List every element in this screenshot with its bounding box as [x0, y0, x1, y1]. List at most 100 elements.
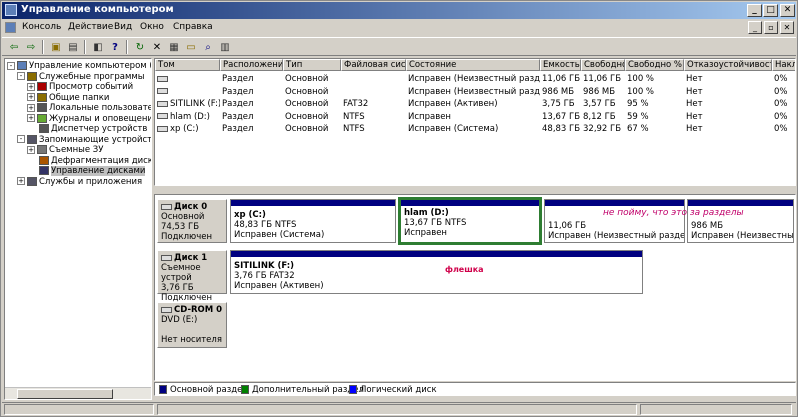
expand-icon[interactable]: + — [27, 114, 35, 122]
disk-0-status: Подключен — [161, 232, 212, 242]
column-header[interactable]: Свободно % — [625, 59, 684, 71]
expand-icon[interactable]: + — [27, 103, 35, 112]
volume-list[interactable]: ТомРасположениеТипФайловая системаСостоя… — [154, 58, 796, 186]
table-cell: 0% — [774, 74, 788, 84]
column-header[interactable]: Емкость — [540, 59, 581, 71]
tree-item[interactable]: Управление дисками — [27, 166, 146, 177]
table-row[interactable]: hlam (D:) Раздел Основной NTFS Исправен 13,67… — [155, 111, 795, 123]
column-header[interactable]: Тип — [283, 59, 341, 71]
search-icon[interactable]: ⌕ — [200, 40, 216, 55]
properties-icon[interactable]: ◧ — [90, 40, 106, 55]
column-header[interactable]: Том — [155, 59, 220, 71]
expand-icon[interactable]: + — [27, 93, 35, 101]
title-bar[interactable]: Управление компьютером _ □ ✕ — [2, 2, 796, 19]
disk-graphical-view[interactable]: Диск 0 Основной 74,53 ГБ Подключен xp (C… — [154, 194, 796, 381]
menu-help[interactable]: Справка — [173, 22, 213, 32]
menu-view[interactable]: Вид — [114, 22, 132, 32]
close-button[interactable]: ✕ — [780, 4, 795, 17]
folder-icon[interactable]: ▭ — [183, 40, 199, 55]
table-cell: 3,57 ГБ — [583, 99, 616, 109]
menu-action[interactable]: Действие — [68, 22, 113, 32]
partition-unknown-2[interactable]: 986 МБ Исправен (Неизвестный разд — [687, 199, 794, 243]
tree-item[interactable]: - Управление компьютером (локаль — [7, 61, 151, 72]
volume-name: hlam (D:) — [170, 111, 210, 122]
tree-item-label: Управление компьютером (локаль — [29, 61, 151, 71]
properties2-icon[interactable]: ▦ — [166, 40, 182, 55]
primary-partition-bar — [401, 200, 539, 206]
maximize-button[interactable]: □ — [763, 4, 778, 17]
column-header[interactable]: Отказоустойчивость — [684, 59, 772, 71]
table-row[interactable]: xp (C:) Раздел Основной NTFS Исправен (Систе… — [155, 123, 795, 135]
menu-console[interactable]: Консоль — [22, 22, 61, 32]
toolbar: ⇦ ⇨ ▣ ▤ ◧ ? ↻ ✕ ▦ ▭ ⌕ ▥ — [2, 37, 796, 56]
column-header[interactable]: Расположение — [220, 59, 283, 71]
partition-f-size: 3,76 ГБ FAT32 — [234, 271, 295, 281]
tree-item-label: Локальные пользователи — [49, 103, 151, 113]
table-cell: Раздел — [222, 74, 254, 84]
tree-item[interactable]: - Служебные программы — [17, 71, 145, 83]
refresh-icon[interactable]: ↻ — [132, 40, 148, 55]
collapse-icon[interactable]: - — [7, 61, 15, 70]
disk-1-label[interactable]: Диск 1 Съемное устрой 3,76 ГБ Подключен — [157, 250, 227, 303]
disk-1-name: Диск 1 — [174, 253, 208, 263]
tree-horizontal-scrollbar[interactable] — [5, 387, 151, 399]
partition-unknown-1-size: 11,06 ГБ — [548, 221, 587, 231]
scrollbar-thumb[interactable] — [17, 389, 113, 399]
expand-icon[interactable]: + — [27, 82, 35, 91]
column-header[interactable]: Файловая система — [341, 59, 406, 71]
tree-item[interactable]: + Журналы и оповещения п — [27, 113, 151, 125]
tree-item[interactable]: + Съемные ЗУ — [27, 145, 103, 156]
partition-d[interactable]: hlam (D:) 13,67 ГБ NTFS Исправен — [398, 197, 542, 245]
mdi-restore-button[interactable]: ▫ — [764, 21, 778, 34]
legend-swatch — [349, 385, 357, 394]
table-cell: 8,12 ГБ — [583, 111, 616, 122]
tree-item[interactable]: + Просмотр событий — [27, 82, 133, 93]
table-cell: 13,67 ГБ — [542, 111, 581, 122]
menu-window[interactable]: Окно — [140, 22, 164, 32]
expand-icon[interactable]: + — [27, 145, 35, 154]
forward-icon[interactable]: ⇨ — [23, 40, 39, 55]
table-cell: 95 % — [627, 99, 649, 109]
partition-c-status: Исправен (Система) — [234, 230, 325, 240]
delete-icon[interactable]: ✕ — [149, 40, 165, 55]
collapse-icon[interactable]: - — [17, 135, 25, 143]
cdrom-size — [161, 325, 223, 335]
mdi-minimize-button[interactable]: _ — [748, 21, 762, 34]
partition-c[interactable]: xp (C:) 48,83 ГБ NTFS Исправен (Система) — [230, 199, 396, 243]
column-header[interactable]: Свободно — [581, 59, 625, 71]
table-row[interactable]: Раздел Основной Исправен (Неизвестный разд… — [155, 73, 795, 85]
tree-item[interactable]: Дефрагментация диска — [27, 155, 151, 167]
tree-item[interactable]: + Службы и приложения — [17, 176, 143, 188]
show-tree-icon[interactable]: ▤ — [65, 40, 81, 55]
help-icon[interactable]: ? — [107, 40, 123, 55]
tree-item[interactable]: + Локальные пользователи — [27, 103, 151, 114]
partition-f[interactable]: SITILINK (F:) 3,76 ГБ FAT32 Исправен (Ак… — [230, 250, 643, 294]
table-cell: Основной — [285, 99, 329, 109]
disk-0-size: 74,53 ГБ — [161, 222, 200, 232]
disk-0-label[interactable]: Диск 0 Основной 74,53 ГБ Подключен — [157, 199, 227, 243]
expand-icon[interactable]: + — [17, 177, 25, 185]
mdi-close-button[interactable]: ✕ — [780, 21, 794, 34]
tree-item-label: Службы и приложения — [39, 176, 143, 187]
volume-name: xp (C:) — [170, 124, 199, 134]
tree-item-label: Управление дисками — [51, 166, 146, 176]
column-header[interactable]: Состояние — [406, 59, 540, 71]
collapse-icon[interactable]: - — [17, 72, 25, 80]
table-row[interactable]: Раздел Основной Исправен (Неизвестный разд… — [155, 86, 795, 98]
console-tree[interactable]: -Управление компьютером (локаль-Служебны… — [4, 58, 152, 400]
table-cell: 11,06 ГБ — [542, 74, 581, 84]
table-cell: Нет — [686, 99, 703, 109]
minimize-button[interactable]: _ — [747, 4, 762, 17]
export-icon[interactable]: ▥ — [217, 40, 233, 55]
cdrom-label[interactable]: CD-ROM 0 DVD (E:) Нет носителя — [157, 302, 227, 348]
tree-item[interactable]: - Запоминающие устройства — [17, 134, 151, 146]
tree-item[interactable]: Диспетчер устройств — [27, 124, 147, 135]
up-folder-icon[interactable]: ▣ — [48, 40, 64, 55]
back-icon[interactable]: ⇦ — [6, 40, 22, 55]
partition-unknown-1[interactable]: 11,06 ГБ Исправен (Неизвестный раздел) — [544, 199, 685, 243]
shared-folders-icon — [37, 92, 47, 102]
column-header[interactable]: Накла — [772, 59, 795, 71]
tree-item[interactable]: + Общие папки — [27, 92, 109, 104]
table-row[interactable]: SITILINK (F:) Раздел Основной FAT32 Исправен… — [155, 98, 795, 110]
disk-icon — [161, 203, 172, 210]
